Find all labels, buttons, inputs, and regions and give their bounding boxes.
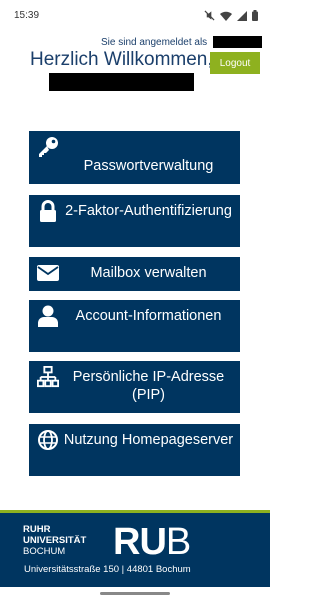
menu-item-password[interactable]: Passwortverwaltung [29, 131, 240, 184]
menu-item-account[interactable]: Account-Informationen [29, 300, 240, 352]
logo-b: B [165, 521, 191, 563]
menu-item-label: Passwortverwaltung [83, 158, 214, 174]
menu-item-2fa[interactable]: 2-Faktor-Authentifizierung [29, 195, 240, 247]
footer: RUHR UNIVERSITÄT BOCHUM RUB Universitäts… [0, 513, 270, 587]
uni-line-1: RUHR [23, 524, 51, 535]
system-nav-bar [0, 587, 270, 600]
wifi-icon [220, 11, 232, 21]
menu-item-pip[interactable]: Persönliche IP-Adresse (PIP) [29, 361, 240, 413]
key-icon [37, 137, 59, 157]
logo-ru: RU [113, 521, 167, 563]
menu-item-label: 2-Faktor-Authentifizierung [65, 203, 232, 219]
menu-item-label: Persönliche IP-Adresse (PIP) [72, 369, 225, 403]
header: Sie sind angemeldet als Herzlich Willkom… [0, 32, 270, 92]
menu-item-mailbox[interactable]: Mailbox verwalten [29, 257, 240, 291]
university-name: RUHR UNIVERSITÄT BOCHUM [23, 524, 86, 557]
status-time: 15:39 [14, 10, 40, 21]
menu-item-homepage[interactable]: Nutzung Homepageserver [29, 424, 240, 476]
signal-icon [237, 10, 247, 21]
redacted-full-name [49, 73, 194, 91]
redacted-username [213, 36, 262, 48]
mute-icon [204, 10, 215, 21]
status-bar: 15:39 [0, 0, 270, 32]
globe-icon [37, 430, 59, 450]
logout-button[interactable]: Logout [210, 52, 260, 74]
menu-item-label: Account-Informationen [75, 308, 222, 324]
network-icon [37, 366, 59, 388]
logged-in-text: Sie sind angemeldet als [101, 37, 208, 48]
home-gesture-handle[interactable] [100, 592, 170, 595]
status-icons [204, 10, 258, 21]
battery-icon [252, 10, 258, 21]
uni-line-2: UNIVERSITÄT [23, 535, 87, 546]
user-icon [37, 305, 59, 327]
footer-address: Universitätsstraße 150 | 44801 Bochum [24, 564, 191, 575]
lock-icon [37, 200, 59, 222]
envelope-icon [37, 263, 59, 283]
rub-logo: RUB [113, 521, 191, 563]
menu-item-label: Mailbox verwalten [90, 265, 207, 281]
uni-line-3: BOCHUM [23, 546, 66, 557]
welcome-heading: Herzlich Willkommen, [30, 49, 213, 70]
menu-item-label: Nutzung Homepageserver [63, 432, 234, 448]
